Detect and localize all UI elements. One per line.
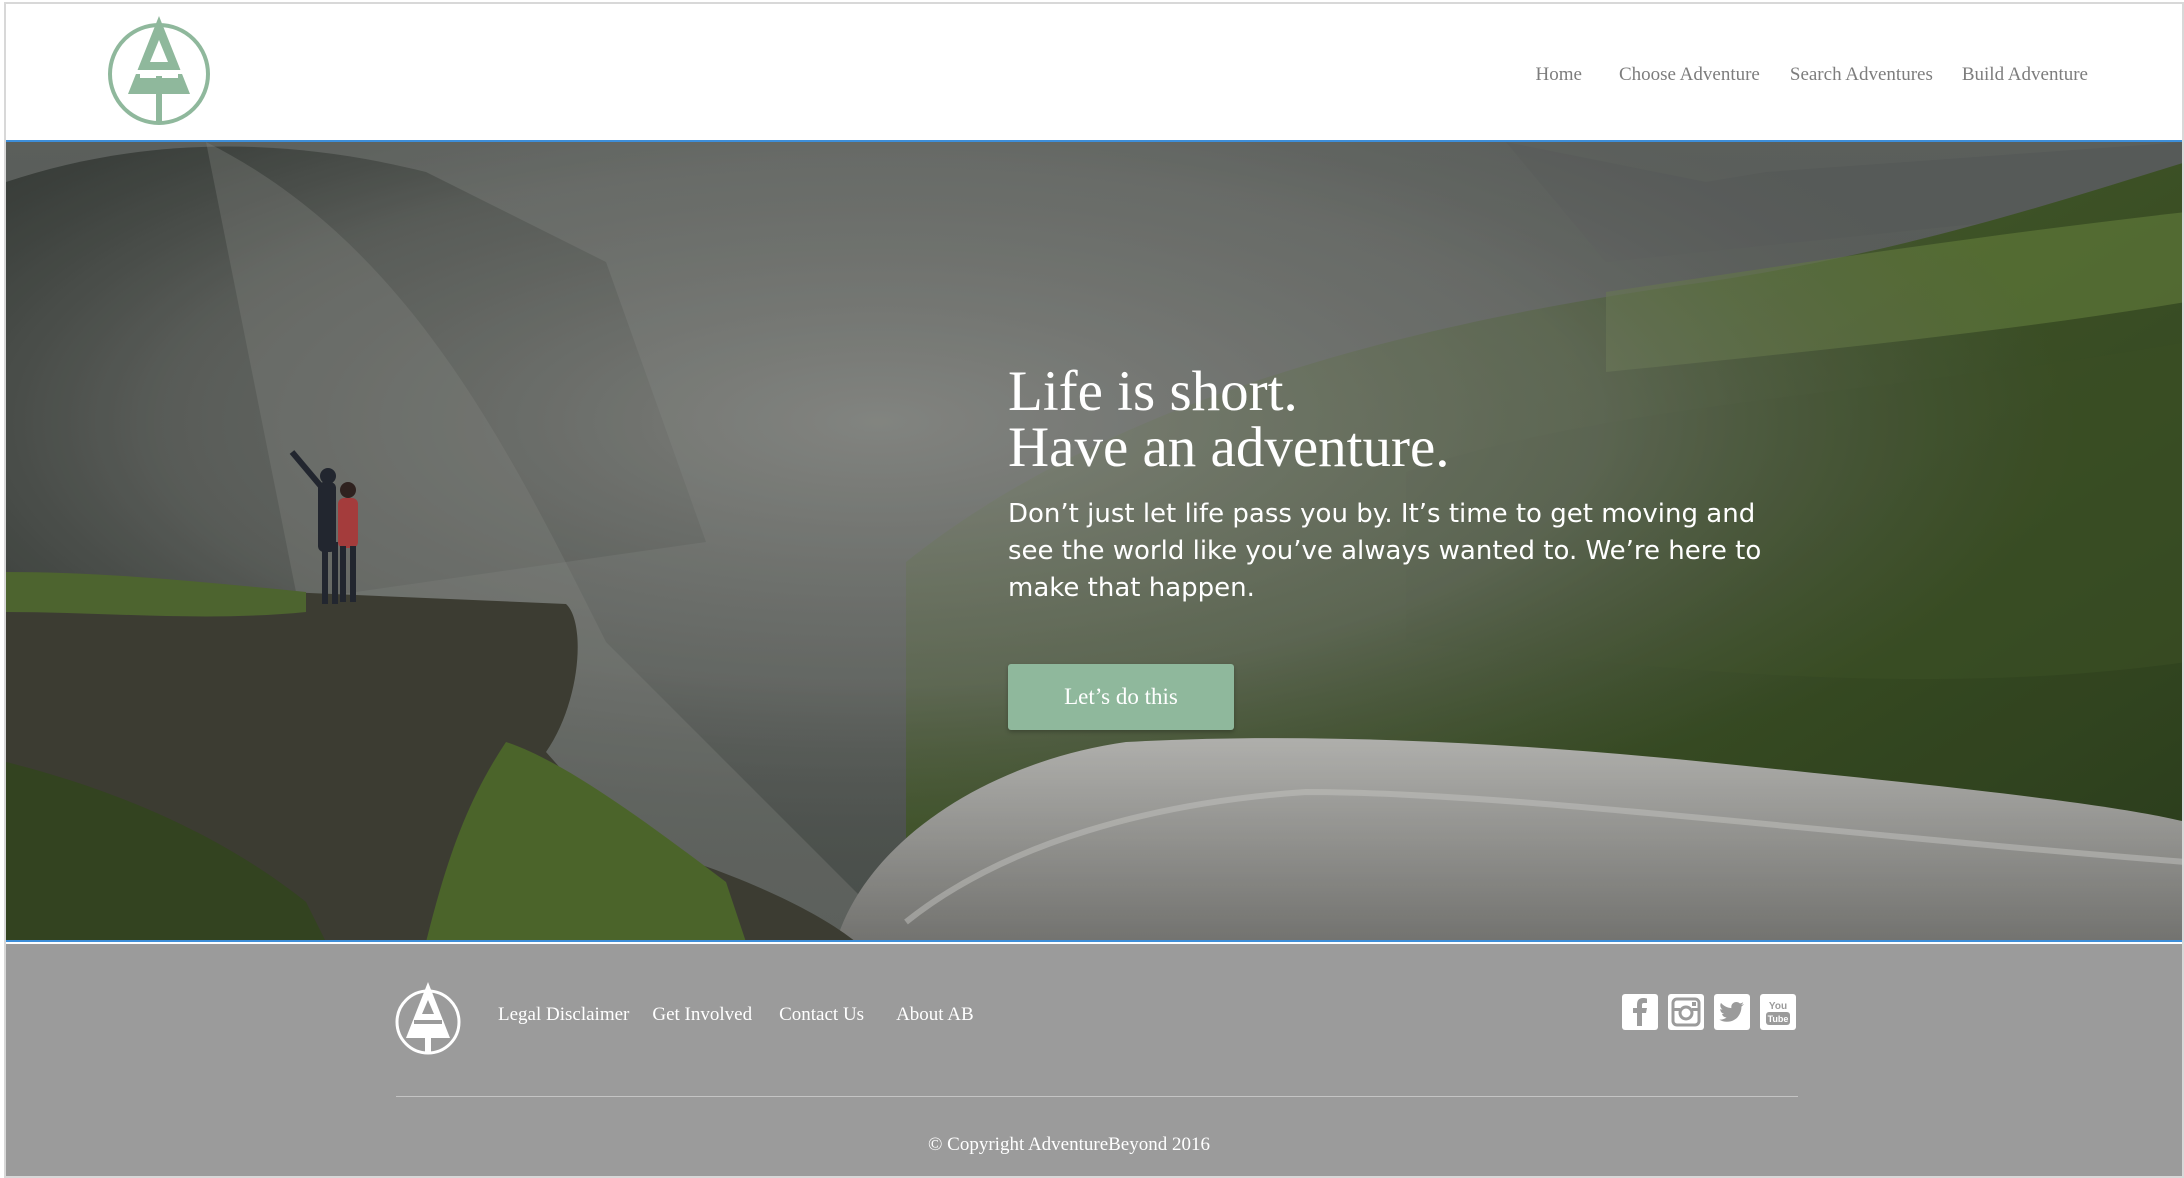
site-header: Home Choose Adventure Search Adventures … <box>6 4 2182 142</box>
lets-do-this-button[interactable]: Let’s do this <box>1008 664 1234 730</box>
hero-headline: Life is short. Have an adventure. <box>1008 363 1808 479</box>
hero-subtext: Don’t just let life pass you by. It’s ti… <box>1008 499 1762 603</box>
tree-a-logo-icon <box>108 16 210 125</box>
site-footer: Legal Disclaimer Get Involved Contact Us… <box>6 944 2182 1176</box>
tree-a-logo-icon <box>395 982 461 1055</box>
hero-section: Life is short. Have an adventure. Don’t … <box>6 142 2182 942</box>
hero-content: Life is short. Have an adventure. Don’t … <box>1008 363 1808 607</box>
headline-line-2: Have an adventure. <box>1008 416 1450 479</box>
nav-choose-adventure[interactable]: Choose Adventure <box>1619 64 1760 86</box>
footer-divider <box>396 1096 1798 1097</box>
svg-text:Tube: Tube <box>1768 1014 1789 1024</box>
nav-home[interactable]: Home <box>1536 64 1582 86</box>
footer-link-get-involved[interactable]: Get Involved <box>652 1004 752 1026</box>
facebook-icon[interactable] <box>1622 994 1658 1030</box>
footer-link-contact-us[interactable]: Contact Us <box>779 1004 864 1026</box>
main-nav: Home Choose Adventure Search Adventures … <box>1536 64 2088 86</box>
youtube-icon[interactable]: You Tube <box>1760 994 1796 1030</box>
copyright-text: © Copyright AdventureBeyond 2016 <box>928 1134 1210 1155</box>
footer-nav: Legal Disclaimer Get Involved Contact Us… <box>498 1004 974 1026</box>
headline-line-1: Life is short. <box>1008 360 1298 423</box>
social-links: You Tube <box>1622 994 1796 1030</box>
nav-build-adventure[interactable]: Build Adventure <box>1962 64 2088 86</box>
twitter-icon[interactable] <box>1714 994 1750 1030</box>
nav-search-adventures[interactable]: Search Adventures <box>1790 64 1933 86</box>
footer-logo-link[interactable] <box>394 980 462 1058</box>
page-frame: Home Choose Adventure Search Adventures … <box>4 2 2184 1178</box>
footer-link-legal-disclaimer[interactable]: Legal Disclaimer <box>498 1004 629 1026</box>
footer-link-about-ab[interactable]: About AB <box>896 1004 974 1026</box>
svg-text:You: You <box>1769 1001 1787 1012</box>
logo-link[interactable] <box>106 10 212 126</box>
instagram-icon[interactable] <box>1668 994 1704 1030</box>
